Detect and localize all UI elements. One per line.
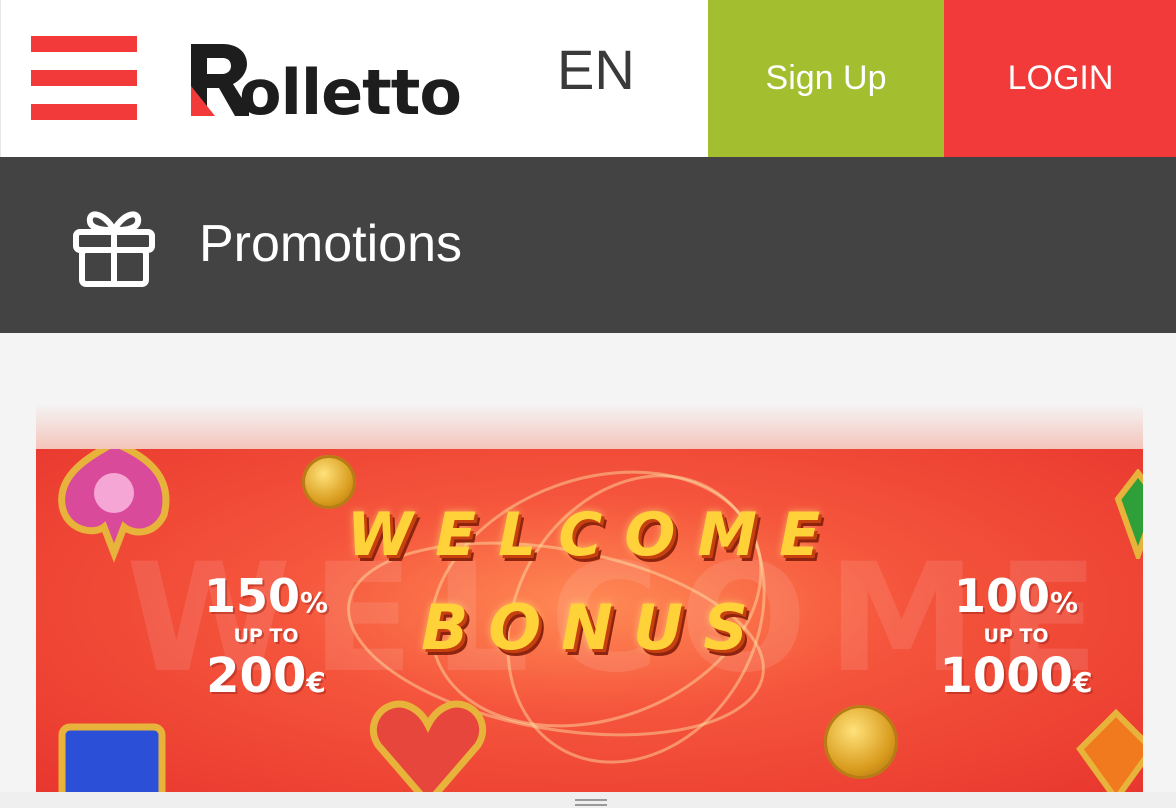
logo-text: olletto [239,56,462,129]
drag-handle-icon[interactable] [575,798,607,808]
left-bonus-offer: 150% UP TO 200€ [166,573,366,700]
offer-upto: UP TO [233,625,299,647]
offer-upto: UP TO [983,625,1049,647]
signup-button[interactable]: Sign Up [708,0,944,157]
gold-coin-icon [824,705,898,779]
offer-percent: 100% [953,569,1079,623]
offer-amount: 200€ [206,648,326,704]
top-header: olletto EN Sign Up LOGIN [0,0,1176,157]
login-button[interactable]: LOGIN [944,0,1176,157]
menu-bar [31,104,137,120]
offer-amount: 1000€ [939,648,1093,704]
language-selector[interactable]: EN [557,42,635,98]
rolletto-logo[interactable]: olletto [189,40,462,129]
offer-percent: 150% [203,569,329,623]
right-bonus-offer: 100% UP TO 1000€ [916,573,1116,700]
welcome-bonus-banner[interactable]: WELCOME WELCOME BONUS 150% UP TO 200€ 10… [36,449,1143,794]
promotions-header [0,157,1176,333]
menu-bar [31,70,137,86]
orange-gem-icon [1076,708,1143,794]
banner-headline-welcome: WELCOME [346,500,843,570]
banner-fade [36,404,1143,454]
page-title: Promotions [199,215,462,273]
menu-icon[interactable] [31,36,137,120]
menu-bar [31,36,137,52]
gift-icon [73,211,155,287]
blue-gem-icon [48,719,178,794]
heart-gem-icon [368,695,488,794]
